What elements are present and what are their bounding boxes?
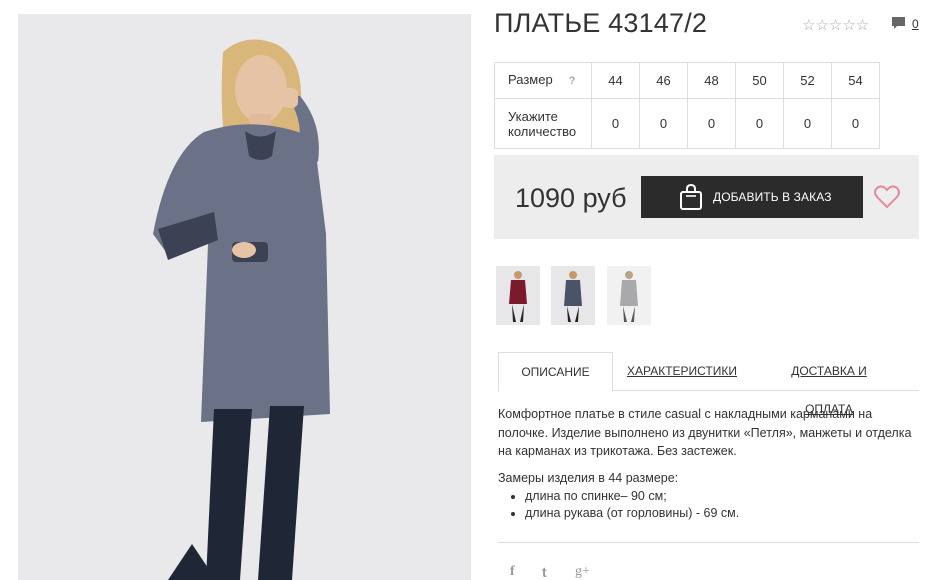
quantity-label: Укажите количество — [494, 98, 592, 149]
product-title: ПЛАТЬЕ 43147/2 — [494, 8, 708, 38]
list-item: длина рукава (от горловины) - 69 см. — [525, 505, 918, 522]
quantity-input-54[interactable]: 0 — [831, 98, 880, 149]
quantity-input-46[interactable]: 0 — [639, 98, 688, 149]
shopping-bag-icon — [680, 184, 702, 210]
quantity-input-52[interactable]: 0 — [783, 98, 832, 149]
thumbnail-burgundy[interactable] — [496, 266, 540, 325]
google-plus-icon[interactable]: g+ — [575, 564, 590, 580]
size-54: 54 — [831, 62, 880, 99]
help-icon[interactable]: ? — [569, 75, 576, 87]
description-panel: Комфортное платье в стиле casual с накла… — [498, 405, 918, 521]
size-52: 52 — [783, 62, 832, 99]
size-50: 50 — [735, 62, 784, 99]
size-quantity-table: Размер? 44 46 48 50 52 54 Укажите количе… — [494, 62, 880, 149]
tab-characteristics[interactable]: ХАРАКТЕРИСТИКИ — [626, 352, 738, 390]
thumbnail-light-grey[interactable] — [607, 266, 651, 325]
add-to-order-label: ДОБАВИТЬ В ЗАКАЗ — [713, 190, 832, 204]
product-price: 1090 руб — [515, 183, 627, 213]
product-main-image[interactable] — [18, 14, 471, 580]
quantity-input-48[interactable]: 0 — [687, 98, 736, 149]
size-46: 46 — [639, 62, 688, 99]
facebook-icon[interactable]: f — [510, 564, 515, 580]
quantity-input-50[interactable]: 0 — [735, 98, 784, 149]
social-divider — [498, 542, 919, 543]
size-label-cell: Размер? — [494, 62, 592, 99]
measurements-list: длина по спинке– 90 см; длина рукава (от… — [498, 488, 918, 521]
thumbnail-grey-blue[interactable] — [551, 266, 595, 325]
size-48: 48 — [687, 62, 736, 99]
description-text: Комфортное платье в стиле casual с накла… — [498, 407, 912, 458]
add-to-order-button[interactable]: ДОБАВИТЬ В ЗАКАЗ — [641, 176, 863, 218]
measurements-title: Замеры изделия в 44 размере: — [498, 470, 679, 485]
list-item: длина по спинке– 90 см; — [525, 488, 918, 505]
comment-icon[interactable] — [891, 16, 906, 30]
comment-count-link[interactable]: 0 — [912, 17, 919, 31]
twitter-icon[interactable]: t — [542, 564, 547, 580]
size-44: 44 — [591, 62, 640, 99]
price-bar: 1090 руб ДОБАВИТЬ В ЗАКАЗ — [494, 155, 919, 239]
tab-description[interactable]: ОПИСАНИЕ — [498, 352, 613, 392]
size-label: Размер — [508, 72, 553, 87]
favorite-heart-icon[interactable] — [874, 185, 900, 209]
rating-stars-icon[interactable]: ☆☆☆☆☆ — [802, 16, 869, 34]
tab-delivery-payment[interactable]: ДОСТАВКА И ОПЛАТА — [766, 352, 892, 416]
quantity-input-44[interactable]: 0 — [591, 98, 640, 149]
